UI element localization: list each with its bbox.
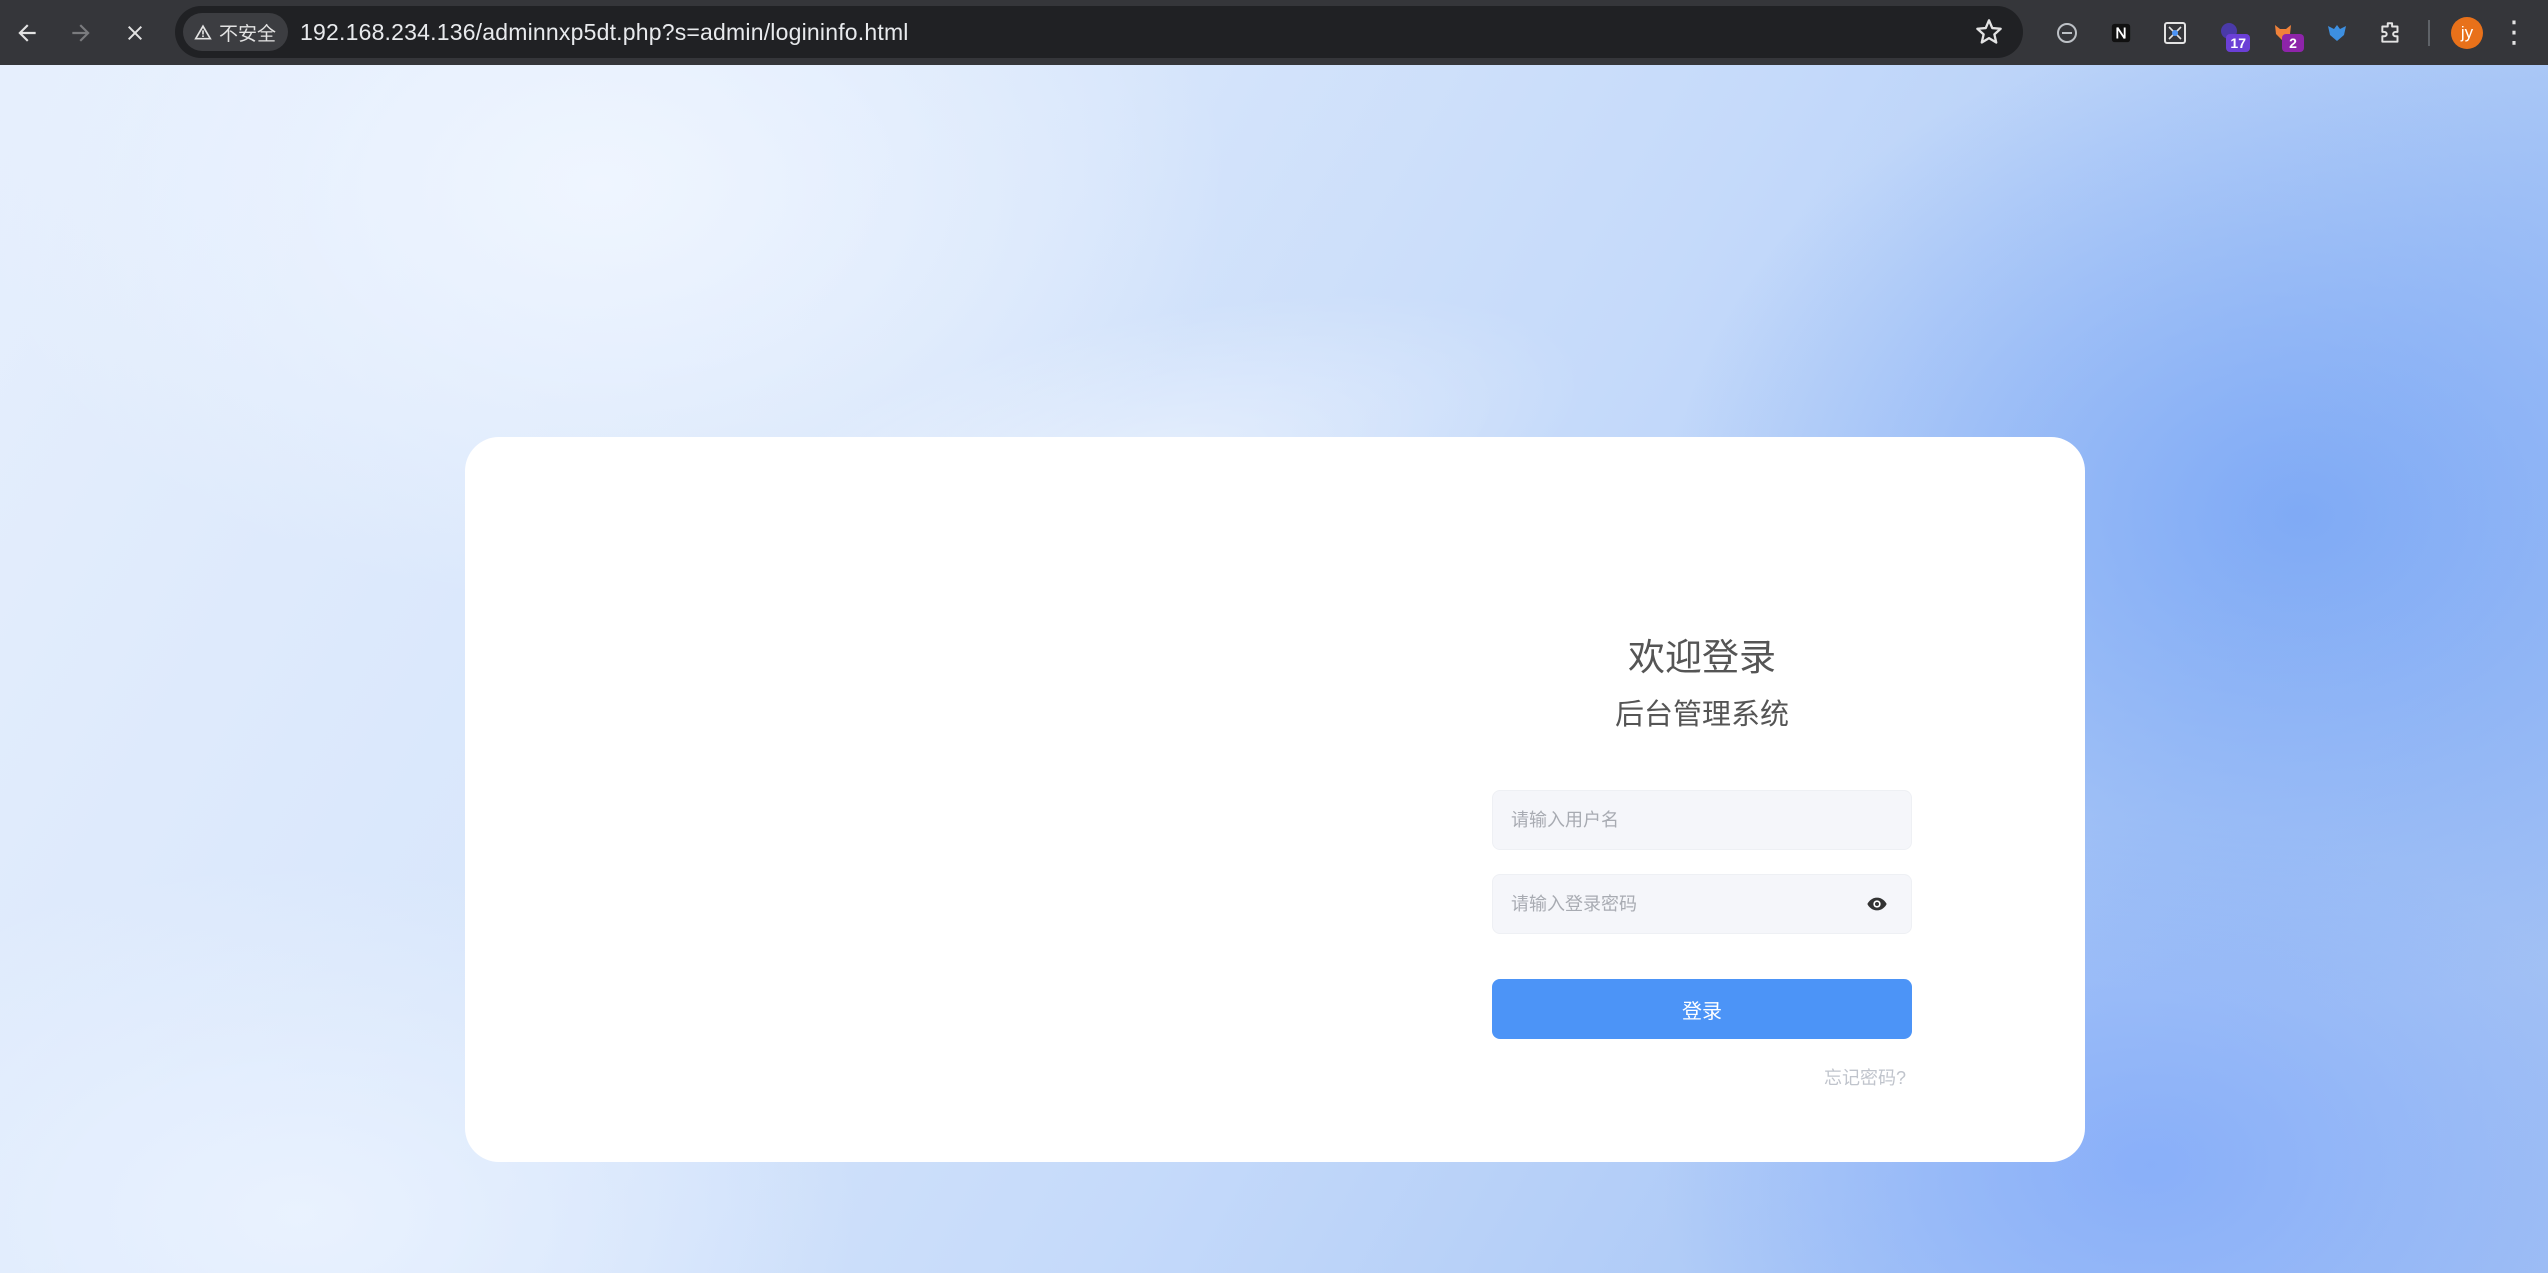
blue-bird-icon — [2328, 24, 2346, 41]
toolbar-divider — [2428, 19, 2430, 46]
extension-badge: 17 — [2226, 33, 2250, 52]
forward-button[interactable] — [54, 6, 108, 60]
page-title: 欢迎登录 — [1628, 637, 1776, 678]
password-input[interactable] — [1493, 875, 1857, 933]
warning-triangle-icon — [194, 24, 212, 40]
username-input[interactable] — [1493, 791, 1911, 849]
security-indicator[interactable]: 不安全 — [183, 13, 289, 51]
login-button[interactable]: 登录 — [1492, 979, 1912, 1039]
extension-fox[interactable]: 2 — [2256, 6, 2310, 60]
page-subtitle: 后台管理系统 — [1614, 699, 1789, 731]
security-label: 不安全 — [219, 23, 277, 45]
address-bar[interactable]: 不安全 192.168.234.136/adminnxp5dt.php?s=ad… — [175, 6, 2023, 58]
extension-purple[interactable]: 17 — [2202, 6, 2256, 60]
password-field[interactable] — [1492, 874, 1912, 934]
extension-blue-bird[interactable] — [2310, 6, 2364, 60]
toggle-password-visibility-button[interactable] — [1857, 884, 1897, 924]
minus-circle-icon — [2057, 22, 2077, 43]
grid-tool-icon — [2164, 21, 2186, 44]
extension-notion[interactable] — [2094, 6, 2148, 60]
back-button[interactable] — [0, 6, 54, 60]
close-icon — [128, 25, 142, 40]
browser-toolbar: 不安全 192.168.234.136/adminnxp5dt.php?s=ad… — [0, 0, 2548, 65]
forgot-password-link[interactable]: 忘记密码? — [1824, 1064, 1906, 1090]
bookmark-star-icon[interactable] — [1975, 18, 2003, 46]
profile-button[interactable]: jy — [2440, 6, 2494, 60]
extensions-menu-button[interactable] — [2364, 6, 2418, 60]
puzzle-icon — [2381, 21, 2399, 43]
page-background: 欢迎登录 后台管理系统 登录 忘记密码? — [0, 65, 2548, 1273]
extensions-bar: 17 2 jy ⋮ — [2040, 0, 2534, 65]
extension-badge: 2 — [2282, 33, 2304, 52]
more-menu-icon[interactable]: ⋮ — [2494, 15, 2534, 50]
stop-loading-button[interactable] — [108, 6, 162, 60]
login-card: 欢迎登录 后台管理系统 登录 忘记密码? — [465, 437, 2085, 1162]
avatar: jy — [2451, 16, 2483, 49]
notion-icon — [2111, 23, 2131, 42]
url-text[interactable]: 192.168.234.136/adminnxp5dt.php?s=admin/… — [300, 19, 909, 46]
eye-icon — [1867, 897, 1887, 911]
extension-minus-circle[interactable] — [2040, 6, 2094, 60]
extension-grid-tool[interactable] — [2148, 6, 2202, 60]
arrow-right-icon — [72, 23, 90, 42]
username-field[interactable] — [1492, 790, 1912, 850]
arrow-left-icon — [18, 23, 36, 42]
